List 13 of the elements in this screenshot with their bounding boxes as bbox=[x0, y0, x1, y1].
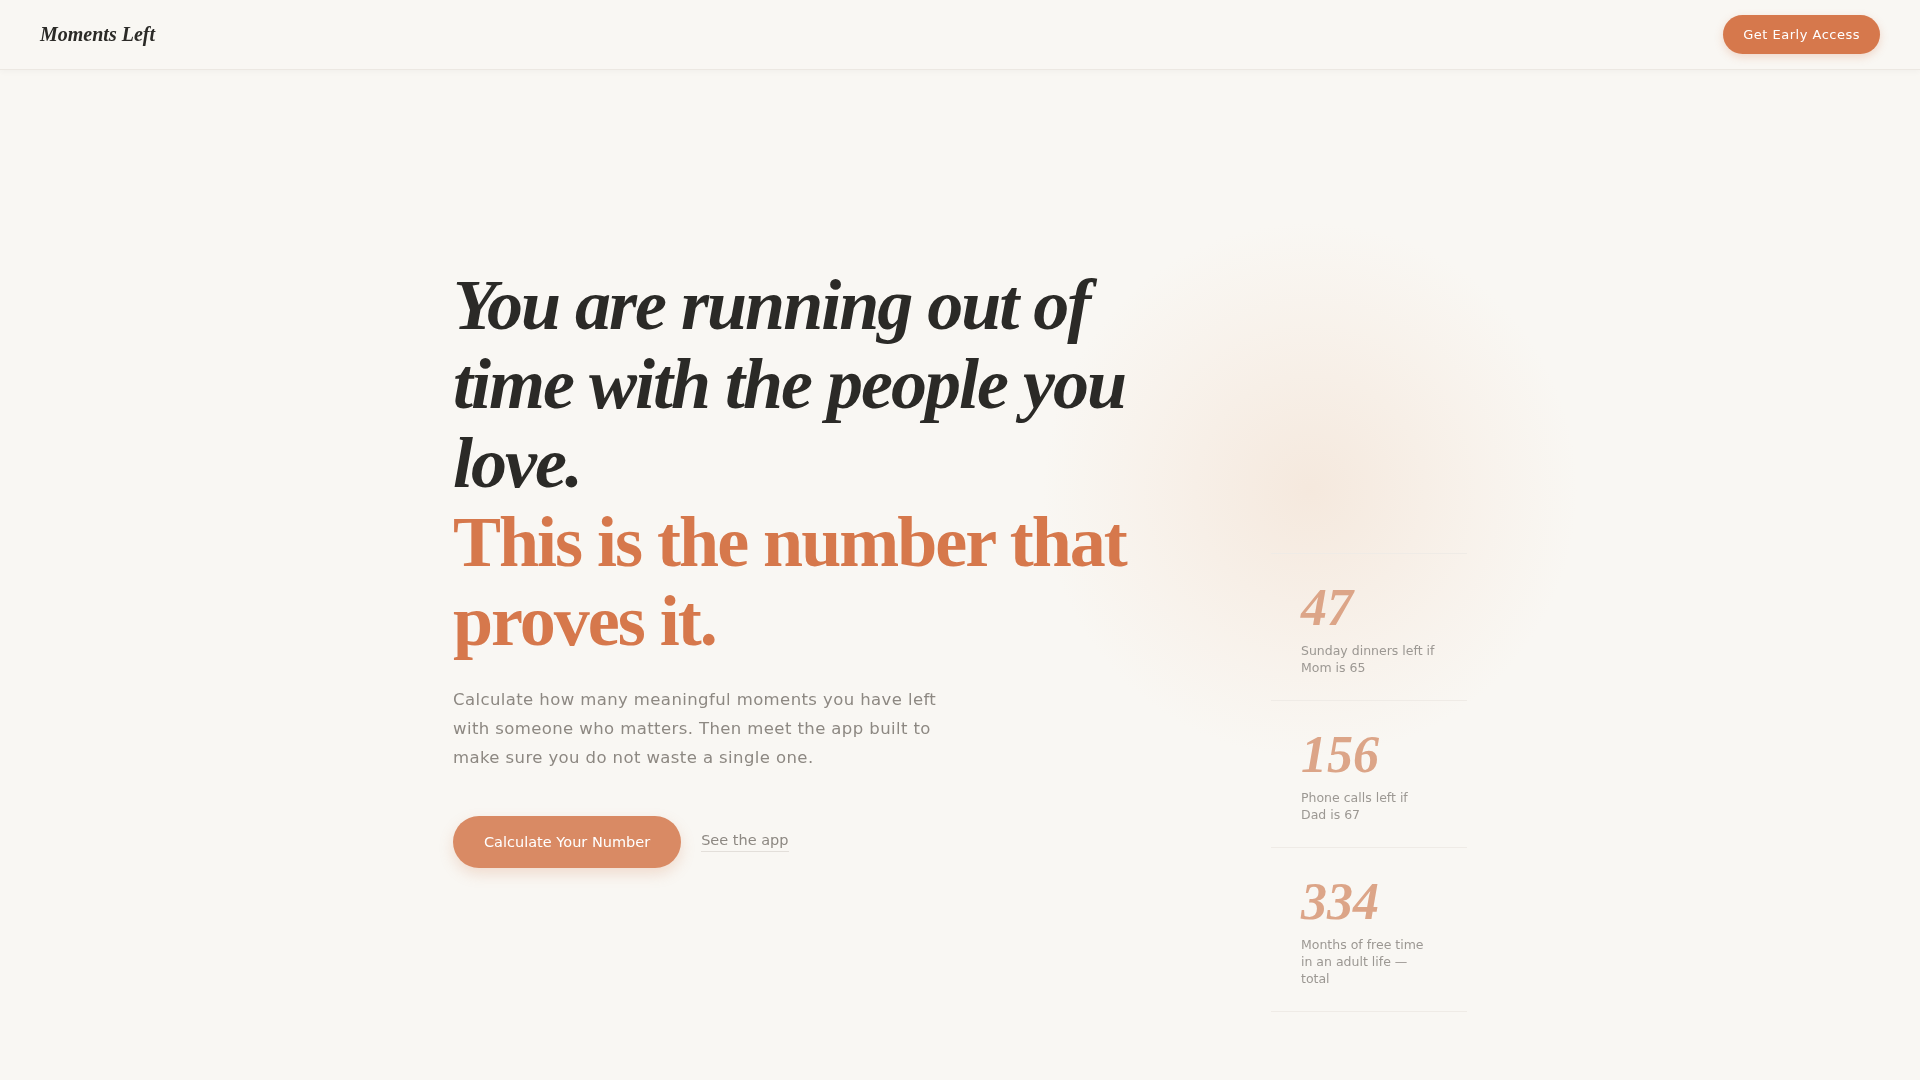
hero-accent-headline: This is the number that proves it. bbox=[453, 503, 1129, 661]
stat-label: Phone calls left if Dad is 67 bbox=[1301, 789, 1409, 823]
early-access-button[interactable]: Get Early Access bbox=[1723, 15, 1880, 54]
stat-label: Months of free time in an adult life — total bbox=[1301, 936, 1425, 987]
stat-number: 156 bbox=[1301, 727, 1380, 783]
see-app-link[interactable]: See the app bbox=[701, 832, 789, 852]
calculate-button[interactable]: Calculate Your Number bbox=[453, 816, 682, 868]
stat-number: 47 bbox=[1301, 580, 1356, 636]
hero-description: Calculate how many meaningful moments you have left with someone who matters. Then meet the app built to make sure you do not waste a single one. bbox=[453, 689, 938, 769]
stat-number: 334 bbox=[1301, 874, 1380, 930]
hero-headline: You are running out of time with the people you love. bbox=[452, 266, 1126, 505]
stat-label: Sunday dinners left if Mom is 65 bbox=[1301, 642, 1436, 676]
logo-text[interactable]: Moments Left bbox=[40, 23, 155, 46]
